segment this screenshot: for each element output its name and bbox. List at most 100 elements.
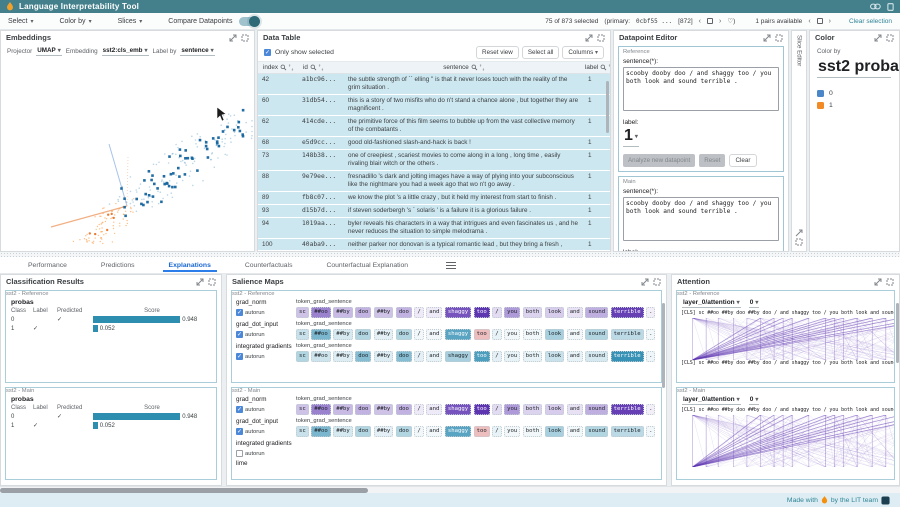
attention-scrollbar[interactable] xyxy=(896,303,900,363)
column-header-label[interactable]: label xyxy=(582,64,608,71)
github-icon[interactable] xyxy=(881,496,890,505)
cell-sentence: fresnadillo 's dark and jolting images h… xyxy=(344,171,584,191)
share-link-icon[interactable] xyxy=(870,3,881,10)
drawer-handle-icon[interactable] xyxy=(446,262,456,271)
autorun-checkbox[interactable]: ✓ xyxy=(236,406,243,413)
label-select[interactable]: 1▾ xyxy=(623,127,639,147)
color-by-menu[interactable]: Color by▾ xyxy=(59,18,91,25)
tab-predictions[interactable]: Predictions xyxy=(99,258,137,272)
maximize-icon[interactable] xyxy=(241,34,249,42)
salience-token: shaggy xyxy=(445,404,471,415)
maximize-icon[interactable] xyxy=(775,34,783,42)
classification-row: 1✓0.052 xyxy=(6,421,216,430)
tab-performance[interactable]: Performance xyxy=(26,258,69,272)
autorun-checkbox[interactable] xyxy=(236,450,243,457)
color-by-select[interactable]: sst2 probas class▾ xyxy=(817,58,891,78)
table-row[interactable]: 62414cde...the primitive force of this f… xyxy=(258,116,610,137)
salience-token: look xyxy=(545,404,564,415)
salience-token: / xyxy=(414,351,423,362)
sentence-field[interactable]: scooby dooby doo / and shaggy too / you … xyxy=(623,67,779,111)
sort-icon[interactable] xyxy=(608,64,611,71)
layer-select[interactable]: layer_0/attention▾ xyxy=(682,299,741,308)
expand-icon[interactable] xyxy=(874,278,882,286)
expand-icon[interactable] xyxy=(229,34,237,42)
table-row[interactable]: 889e79ee...fresnadillo 's dark and jolti… xyxy=(258,171,610,192)
maximize-icon[interactable] xyxy=(653,278,661,286)
table-scrollbar[interactable] xyxy=(606,81,610,133)
salience-token: sound xyxy=(585,404,608,415)
sort-icon[interactable] xyxy=(318,64,324,71)
tab-explanations[interactable]: Explanations xyxy=(167,258,213,272)
tab-counterfactual-explanation[interactable]: Counterfactual Explanation xyxy=(324,258,410,272)
reset-view-button[interactable]: Reset view xyxy=(476,46,519,59)
horizontal-scrollbar[interactable] xyxy=(0,486,900,493)
slice-editor-strip[interactable]: Slice Editor xyxy=(791,30,807,252)
cell-index: 94 xyxy=(258,218,298,238)
lit-team-link[interactable]: by the LIT team xyxy=(831,497,878,504)
head-select[interactable]: 0▾ xyxy=(749,299,760,308)
maximize-icon[interactable] xyxy=(597,34,605,42)
column-header-id[interactable]: id xyxy=(300,64,346,71)
table-row[interactable]: 73148b38...one of creepiest , scariest m… xyxy=(258,150,610,171)
datapoint-icon[interactable] xyxy=(707,18,713,24)
maximize-icon[interactable] xyxy=(208,278,216,286)
expand-icon[interactable] xyxy=(763,34,771,42)
autorun-checkbox[interactable]: ✓ xyxy=(236,428,243,435)
head-select[interactable]: 0▾ xyxy=(749,396,760,405)
table-row[interactable]: 42a1bc96...the subtle strength of `` ell… xyxy=(258,74,610,95)
compare-datapoints-toggle[interactable]: Compare Datapoints xyxy=(168,17,259,26)
select-menu[interactable]: Select▾ xyxy=(8,18,33,25)
table-row[interactable]: 941019aa...byler reveals his characters … xyxy=(258,218,610,239)
expand-icon[interactable] xyxy=(641,278,649,286)
salience-scrollbar[interactable] xyxy=(662,303,666,388)
salience-token: too xyxy=(474,404,490,415)
analyze-datapoint-button[interactable]: Analyze new datapoint xyxy=(623,154,695,167)
prev-pair-icon[interactable]: ‹ xyxy=(808,18,810,25)
clear-button[interactable]: Clear xyxy=(729,154,756,167)
search-icon[interactable] xyxy=(310,64,317,71)
expand-icon[interactable] xyxy=(196,278,204,286)
salience-token: shaggy xyxy=(445,351,471,362)
search-icon[interactable] xyxy=(280,64,287,71)
chevron-down-icon: ▾ xyxy=(145,47,148,54)
column-header-index[interactable]: index xyxy=(260,64,300,71)
next-pair-icon[interactable]: › xyxy=(829,18,831,25)
search-icon[interactable] xyxy=(471,64,478,71)
only-show-selected-checkbox[interactable]: ✓ xyxy=(264,49,271,56)
autorun-checkbox[interactable]: ✓ xyxy=(236,331,243,338)
table-row[interactable]: 68e5d9cc...good old-fashioned slash-and-… xyxy=(258,137,610,150)
columns-button[interactable]: Columns ▾ xyxy=(562,46,604,59)
embedding-scatter-plot[interactable] xyxy=(1,59,254,245)
pair-icon[interactable] xyxy=(817,18,823,24)
reset-button[interactable]: Reset xyxy=(699,154,725,167)
table-row[interactable]: 10040aba9...neither parker nor donovan i… xyxy=(258,239,610,250)
layer-select[interactable]: layer_0/attention▾ xyxy=(682,396,741,405)
autorun-label: autorun xyxy=(245,451,265,457)
maximize-icon[interactable] xyxy=(886,34,894,42)
autorun-checkbox[interactable]: ✓ xyxy=(236,353,243,360)
autorun-checkbox[interactable]: ✓ xyxy=(236,309,243,316)
search-icon[interactable] xyxy=(600,64,607,71)
maximize-icon[interactable] xyxy=(886,278,894,286)
next-datapoint-icon[interactable]: › xyxy=(719,18,721,25)
embedding-select[interactable]: sst2:cls_emb▾ xyxy=(102,47,149,56)
sort-icon[interactable] xyxy=(479,64,485,71)
label-by-select[interactable]: sentence▾ xyxy=(180,47,214,56)
favorite-icon[interactable]: ♡) xyxy=(727,17,735,25)
sort-icon[interactable] xyxy=(288,64,294,71)
toggle-on[interactable] xyxy=(239,17,259,26)
table-row[interactable]: 6031db54...this is a story of two misfit… xyxy=(258,95,610,116)
tab-counterfactuals[interactable]: Counterfactuals xyxy=(243,258,295,272)
expand-icon[interactable] xyxy=(585,34,593,42)
sentence-field[interactable]: scooby dooby doo / and shaggy too / you … xyxy=(623,197,779,241)
clear-selection-link[interactable]: Clear selection xyxy=(849,18,892,25)
expand-icon[interactable] xyxy=(874,34,882,42)
projector-select[interactable]: UMAP▾ xyxy=(36,47,62,56)
table-row[interactable]: 93d15b7d...if steven soderbergh 's ` sol… xyxy=(258,205,610,218)
slices-menu[interactable]: Slices▾ xyxy=(118,18,143,25)
select-all-button[interactable]: Select all xyxy=(522,46,560,59)
column-header-sentence[interactable]: sentence xyxy=(346,64,582,72)
docs-icon[interactable] xyxy=(887,3,894,11)
table-row[interactable]: 89fb8c07...we know the plot 's a little … xyxy=(258,192,610,205)
prev-datapoint-icon[interactable]: ‹ xyxy=(699,18,701,25)
